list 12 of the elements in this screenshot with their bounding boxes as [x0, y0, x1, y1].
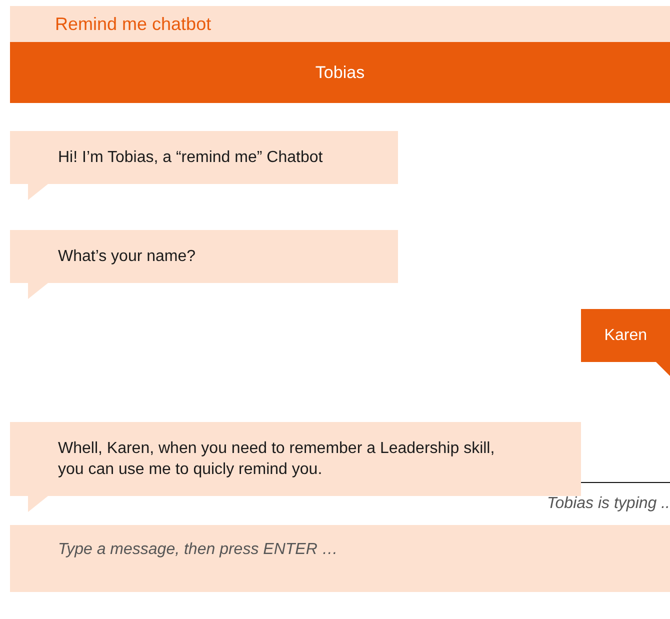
bot-message-bubble: What’s your name? [10, 230, 398, 283]
bubble-tail [28, 496, 48, 512]
bubble-tail [28, 184, 48, 200]
app-title: Remind me chatbot [10, 6, 670, 42]
bubble-tail [28, 283, 48, 299]
bot-message-bubble: Hi! I’m Tobias, a “remind me” Chatbot [10, 131, 398, 184]
typing-status: Tobias is typing .. [546, 495, 670, 512]
chat-header: Tobias [10, 42, 670, 103]
bubble-tail [656, 362, 670, 376]
user-message-bubble: Karen [581, 309, 670, 362]
bot-message-bubble: Whell, Karen, when you need to remember a Leadership skill, you can use me to quicly remind you. [10, 422, 581, 496]
message-input[interactable]: Type a message, then press ENTER … [10, 525, 670, 592]
